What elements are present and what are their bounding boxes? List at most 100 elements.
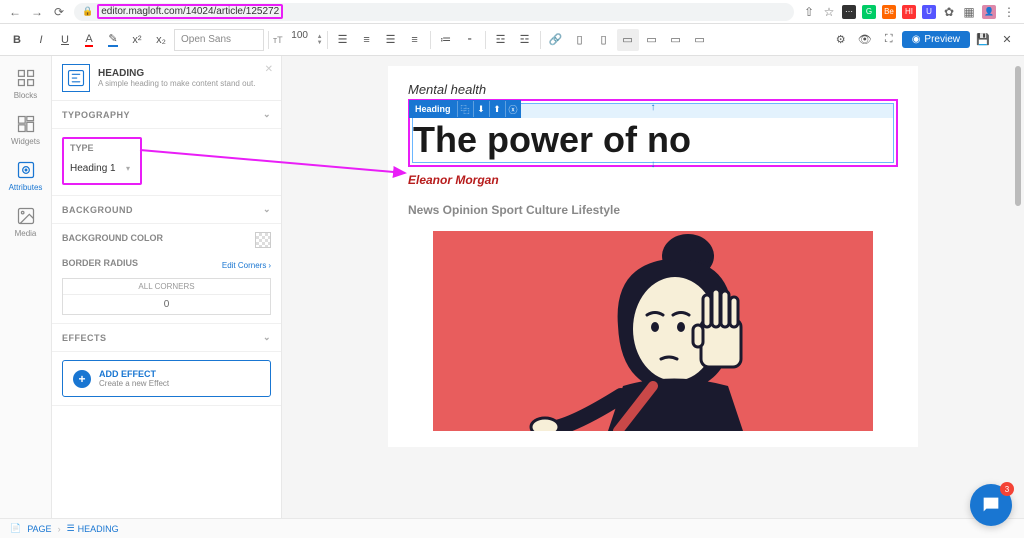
ordered-list-button[interactable]: ≔: [435, 29, 457, 51]
type-label: TYPE: [70, 143, 134, 153]
share-icon[interactable]: ⇧: [802, 5, 816, 19]
align-right-button[interactable]: ☰: [380, 29, 402, 51]
close-editor-button[interactable]: ✕: [996, 29, 1018, 51]
font-family-select[interactable]: Open Sans: [174, 29, 264, 51]
breadcrumb-footer: 📄 PAGE › ☰ HEADING: [0, 518, 1024, 538]
selection-move-button[interactable]: ⬆: [489, 101, 505, 117]
typography-section: TYPE Heading 1: [52, 129, 281, 196]
extension-2[interactable]: G: [862, 5, 876, 19]
properties-panel: HEADING A simple heading to make content…: [52, 56, 282, 518]
bookmark-icon[interactable]: ☆: [822, 5, 836, 19]
widget-title: HEADING: [98, 68, 255, 79]
selection-save-button[interactable]: ⬇: [473, 101, 489, 117]
selection-copy-button[interactable]: ⿻: [457, 101, 473, 117]
browser-chrome: ← → ⟳ 🔒 editor.magloft.com/14024/article…: [0, 0, 1024, 24]
eye-icon: ◉: [912, 34, 921, 45]
reload-button[interactable]: ⟳: [52, 5, 66, 19]
sidebar-item-media[interactable]: Media: [2, 200, 50, 244]
bg-color-swatch[interactable]: [255, 232, 271, 248]
device-tablet-landscape-button[interactable]: ▭: [617, 29, 639, 51]
author-text[interactable]: Eleanor Morgan: [408, 173, 898, 187]
chevron-right-icon: ›: [268, 261, 271, 270]
italic-button[interactable]: I: [30, 29, 52, 51]
list-button-2[interactable]: ☲: [514, 29, 536, 51]
font-size-input[interactable]: 100: [285, 30, 315, 50]
avatar-icon[interactable]: 👤: [982, 5, 996, 19]
link-button[interactable]: 🔗: [545, 29, 567, 51]
chevron-down-icon: ⌄: [263, 332, 271, 343]
extension-5[interactable]: U: [922, 5, 936, 19]
article-nav-links[interactable]: News Opinion Sport Culture Lifestyle: [408, 203, 898, 217]
save-button[interactable]: 💾: [972, 29, 994, 51]
attributes-icon: [16, 160, 36, 180]
fullscreen-button[interactable]: ⛶: [878, 29, 900, 51]
view-button[interactable]: 👁: [854, 29, 876, 51]
nav-sidebar: Blocks Widgets Attributes Media: [0, 56, 52, 518]
bold-button[interactable]: B: [6, 29, 28, 51]
preview-button[interactable]: ◉Preview: [902, 31, 970, 48]
list-button-1[interactable]: ☲: [490, 29, 512, 51]
heading-text[interactable]: The power of no: [413, 118, 893, 162]
extension-3[interactable]: Be: [882, 5, 896, 19]
resize-handle-top-icon[interactable]: ↑: [651, 102, 656, 113]
highlight-button[interactable]: ✎: [102, 29, 124, 51]
background-section-header[interactable]: BACKGROUND⌄: [52, 196, 281, 224]
category-text[interactable]: Mental health: [408, 82, 898, 97]
device-phone-button[interactable]: ▯: [569, 29, 591, 51]
article-canvas[interactable]: Mental health Heading ⿻ ⬇ ⬆ ⓧ ↑ The powe…: [388, 66, 918, 447]
breadcrumb-separator: ›: [58, 524, 61, 534]
size-down[interactable]: ▼: [317, 40, 323, 46]
canvas-area: Mental health Heading ⿻ ⬇ ⬆ ⓧ ↑ The powe…: [282, 56, 1024, 518]
sidebar-item-blocks[interactable]: Blocks: [2, 62, 50, 106]
woman-stop-illustration: [433, 231, 873, 431]
settings-button[interactable]: ⚙: [830, 29, 852, 51]
sidebar-item-widgets[interactable]: Widgets: [2, 108, 50, 152]
extensions-menu-icon[interactable]: ✿: [942, 5, 956, 19]
breadcrumb-page[interactable]: PAGE: [27, 524, 51, 534]
add-effect-button[interactable]: + ADD EFFECT Create a new Effect: [62, 360, 271, 397]
extension-4[interactable]: HI: [902, 5, 916, 19]
font-color-button[interactable]: A: [78, 29, 100, 51]
heading-widget-icon: [62, 64, 90, 92]
widget-close-button[interactable]: ✕: [265, 64, 273, 75]
sidebar-item-attributes[interactable]: Attributes: [2, 154, 50, 198]
forward-button[interactable]: →: [30, 5, 44, 19]
device-full-button[interactable]: ▭: [689, 29, 711, 51]
superscript-button[interactable]: x²: [126, 29, 148, 51]
underline-button[interactable]: U: [54, 29, 76, 51]
puzzle-icon[interactable]: ▦: [962, 5, 976, 19]
all-corners-value[interactable]: 0: [63, 295, 270, 314]
browser-extensions: ⇧ ☆ ⋯ G Be HI U ✿ ▦ 👤 ⋮: [802, 5, 1016, 19]
device-desktop-button[interactable]: ▭: [641, 29, 663, 51]
subscript-button[interactable]: x₂: [150, 29, 172, 51]
article-illustration[interactable]: [433, 231, 873, 431]
chat-icon: [980, 494, 1002, 516]
unordered-list-button[interactable]: ⁃: [459, 29, 481, 51]
canvas-scrollbar[interactable]: [1015, 66, 1021, 206]
chat-badge: 3: [1000, 482, 1014, 496]
heading-crumb-icon: ☰: [67, 523, 75, 534]
effects-section-header[interactable]: EFFECTS⌄: [52, 324, 281, 352]
align-justify-button[interactable]: ≡: [404, 29, 426, 51]
heading-type-select[interactable]: Heading 1: [70, 157, 134, 179]
resize-handle-bottom-icon[interactable]: ↓: [651, 159, 656, 170]
align-center-button[interactable]: ≡: [356, 29, 378, 51]
corners-input: ALL CORNERS 0: [62, 278, 271, 315]
chevron-down-icon: ⌄: [263, 204, 271, 215]
back-button[interactable]: ←: [8, 5, 22, 19]
bg-color-label: BACKGROUND COLOR: [62, 233, 163, 243]
plus-icon: +: [73, 370, 91, 388]
edit-corners-link[interactable]: Edit Corners›: [222, 261, 271, 270]
lock-icon: 🔒: [82, 6, 93, 17]
typography-section-header[interactable]: TYPOGRAPHY⌄: [52, 101, 281, 129]
breadcrumb-heading[interactable]: ☰ HEADING: [67, 523, 119, 534]
all-corners-label: ALL CORNERS: [63, 279, 270, 295]
extension-1[interactable]: ⋯: [842, 5, 856, 19]
address-bar[interactable]: 🔒 editor.magloft.com/14024/article/12527…: [74, 3, 794, 21]
device-wide-button[interactable]: ▭: [665, 29, 687, 51]
browser-menu-icon[interactable]: ⋮: [1002, 5, 1016, 19]
selection-delete-button[interactable]: ⓧ: [505, 101, 521, 117]
align-left-button[interactable]: ☰: [332, 29, 354, 51]
device-tablet-portrait-button[interactable]: ▯: [593, 29, 615, 51]
chat-widget[interactable]: 3: [970, 484, 1012, 526]
